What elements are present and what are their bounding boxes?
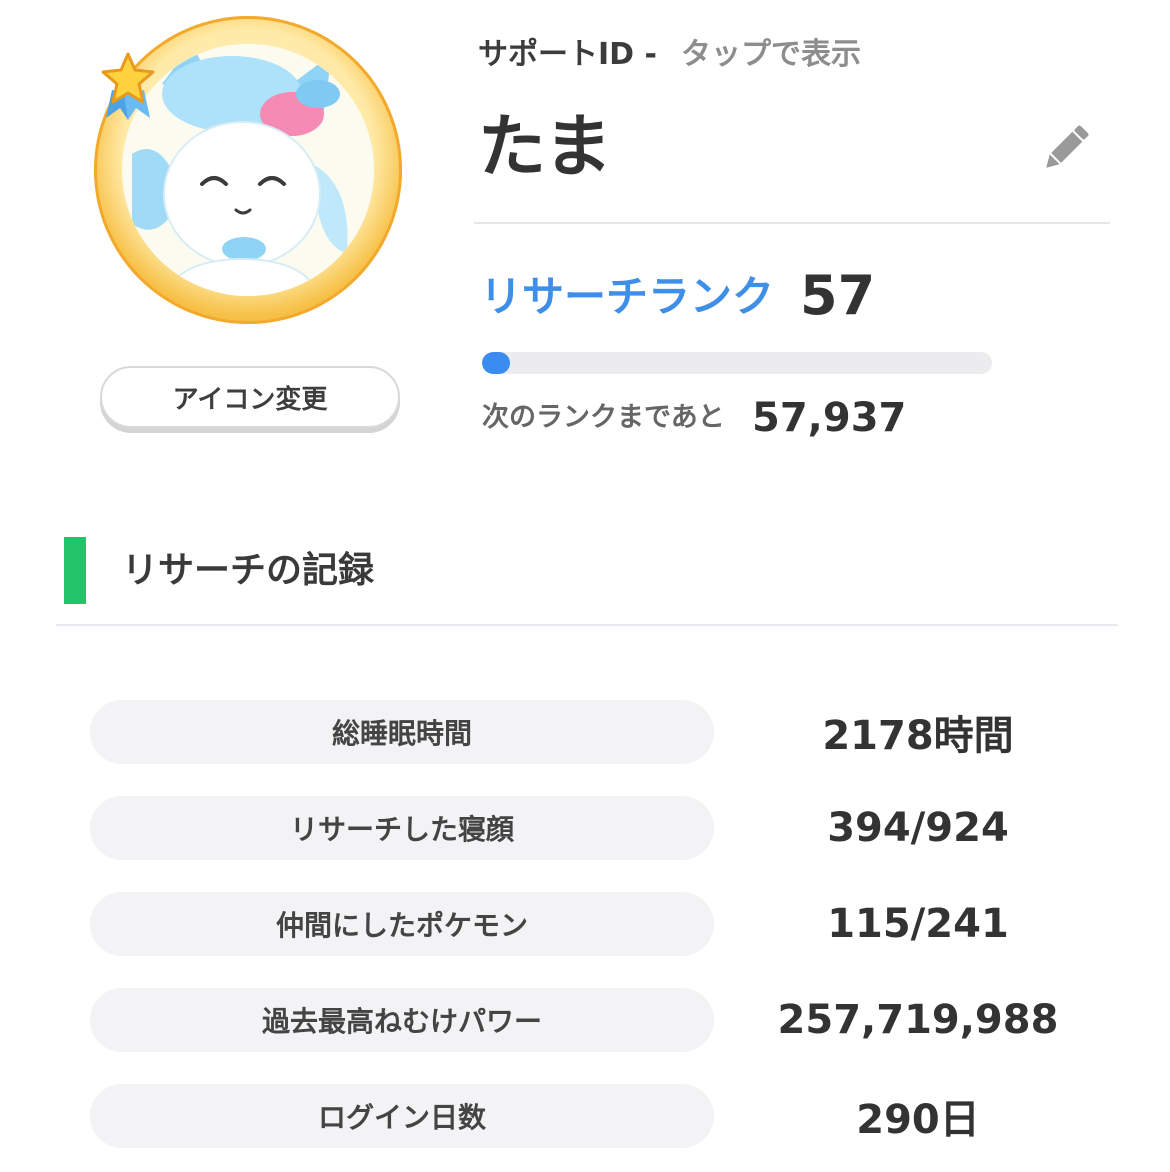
- stat-row: 総睡眠時間 2178時間: [90, 700, 1120, 764]
- research-rank-label: リサーチランク: [480, 272, 775, 321]
- stat-label: ログイン日数: [90, 1084, 714, 1148]
- avatar: [94, 16, 402, 324]
- stat-row: ログイン日数 290日: [90, 1084, 1120, 1148]
- player-name: たま: [478, 108, 612, 187]
- name-divider: [474, 222, 1110, 224]
- stat-value: 2178時間: [822, 713, 1014, 759]
- support-id-row[interactable]: サポートID - タップで表示: [478, 30, 861, 72]
- pencil-icon[interactable]: [1038, 120, 1094, 176]
- avatar-portrait: [122, 44, 374, 296]
- support-id-label: サポートID -: [478, 37, 657, 72]
- stat-value: 394/924: [827, 805, 1009, 851]
- stat-row: リサーチした寝顔 394/924: [90, 796, 1120, 860]
- support-id-reveal-link[interactable]: タップで表示: [681, 29, 861, 73]
- sylveon-portrait-icon: [122, 44, 374, 296]
- stat-value: 257,719,988: [777, 997, 1059, 1043]
- section-title: リサーチの記録: [122, 550, 375, 591]
- next-rank-value: 57,937: [752, 395, 907, 441]
- stat-label: 仲間にしたポケモン: [90, 892, 714, 956]
- icon-change-button[interactable]: アイコン変更: [100, 366, 400, 428]
- rank-progress-bar: [482, 352, 992, 374]
- stat-row: 過去最高ねむけパワー 257,719,988: [90, 988, 1120, 1052]
- star-ribbon-icon: [101, 52, 155, 120]
- stat-value: 115/241: [827, 901, 1009, 947]
- stat-label: 過去最高ねむけパワー: [90, 988, 714, 1052]
- stat-row: 仲間にしたポケモン 115/241: [90, 892, 1120, 956]
- next-rank-label: 次のランクまであと: [482, 402, 725, 433]
- rank-progress-fill: [482, 352, 511, 374]
- section-accent-bar: [64, 537, 86, 604]
- stat-label: 総睡眠時間: [90, 700, 714, 764]
- stat-label: リサーチした寝顔: [90, 796, 714, 860]
- section-divider: [56, 624, 1118, 626]
- stat-value: 290日: [856, 1097, 980, 1143]
- research-rank-value: 57: [800, 264, 876, 327]
